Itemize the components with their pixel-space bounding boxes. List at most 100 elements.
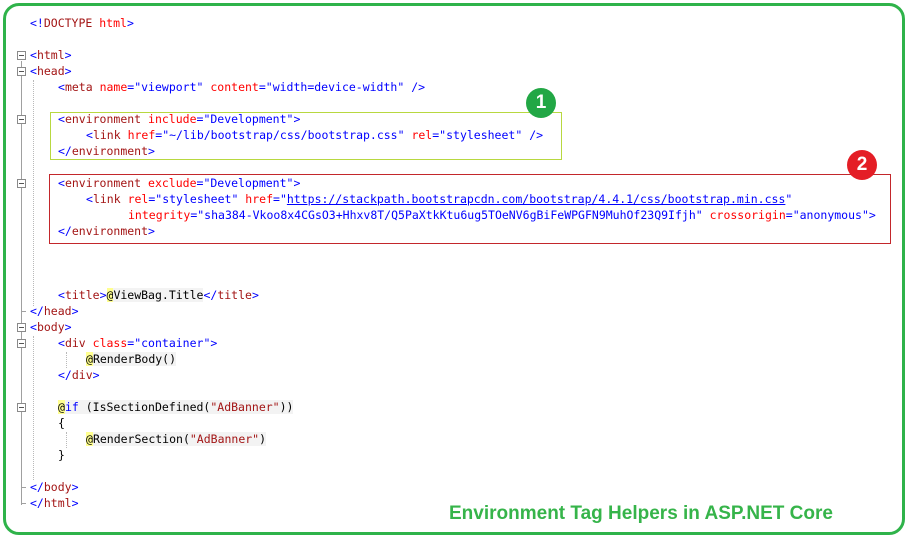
token: < [30, 320, 37, 334]
token: (IsSectionDefined( [78, 400, 211, 414]
page-caption: Environment Tag Helpers in ASP.NET Core [449, 503, 833, 525]
fold-toggle-environment-2[interactable] [17, 179, 26, 188]
token: RenderBody() [92, 352, 177, 366]
code-line-environment-close-1: </environment> [58, 143, 155, 159]
token: </ [30, 304, 44, 318]
fold-toggle-head[interactable] [17, 67, 26, 76]
token: "stylesheet" [439, 128, 523, 142]
token: } [58, 448, 65, 462]
token: > [99, 288, 107, 302]
token: < [86, 128, 93, 142]
token: ) [259, 432, 267, 446]
token: </ [30, 496, 44, 510]
token: < [58, 176, 65, 190]
token: > [71, 496, 79, 510]
token: </ [58, 144, 72, 158]
token: < [30, 48, 37, 62]
token: > [868, 208, 876, 222]
token: { [58, 416, 65, 430]
token: link [92, 128, 121, 142]
fold-toggle-html[interactable] [17, 51, 26, 60]
token: include [141, 112, 197, 126]
razor-at-marker: @ [86, 432, 93, 446]
token: title [217, 288, 252, 302]
token: < [30, 64, 37, 78]
token: html [43, 496, 72, 510]
token: " [785, 192, 793, 206]
caption-word-environment: Environment [449, 503, 566, 524]
token: body [36, 320, 65, 334]
token: </ [203, 288, 218, 302]
token: > [293, 176, 301, 190]
callout-badge-2: 2 [847, 150, 877, 180]
token: "AdBanner" [189, 432, 260, 446]
token: crossorigin [702, 208, 786, 222]
token: environment [71, 144, 149, 158]
outline-tick-html-close [21, 503, 26, 504]
code-line-html-open: <html> [30, 47, 72, 63]
token: "Development" [203, 176, 294, 190]
token: div [71, 368, 93, 382]
bootstrap-cdn-link[interactable]: https://stackpath.bootstrapcdn.com/boots… [287, 192, 786, 206]
caption-rest: Tag Helpers in ASP.NET Core [570, 503, 833, 524]
token: div [64, 336, 86, 350]
token: "sha384-Vkoo8x4CGsO3+Hhxv8T/Q5PaXtkKtu6u… [197, 208, 703, 222]
code-line-doctype: <!DOCTYPE html> [30, 15, 134, 31]
token: title [64, 288, 100, 302]
token: "stylesheet" [155, 192, 239, 206]
token: exclude [141, 176, 197, 190]
token: > [126, 16, 134, 30]
code-line-head-close: </head> [30, 303, 79, 319]
indent-guide-brace [66, 432, 67, 448]
token: > [64, 64, 72, 78]
outline-tick-body-close [21, 487, 26, 488]
token: "container" [134, 336, 211, 350]
token: head [43, 304, 72, 318]
code-line-body-open: <body> [30, 319, 72, 335]
code-line-link-cdn: <link rel="stylesheet" href="https://sta… [86, 191, 792, 207]
code-line-body-close: </body> [30, 479, 79, 495]
token: < [58, 80, 65, 94]
token: "anonymous" [792, 208, 869, 222]
token: environment [71, 224, 149, 238]
razor-at-marker: @ [86, 352, 93, 366]
token: < [58, 288, 65, 302]
token: = [273, 192, 280, 206]
token: RenderSection( [92, 432, 190, 446]
token: "~/lib/bootstrap/css/bootstrap.css" [162, 128, 405, 142]
code-line-div-open: <div class="container"> [58, 335, 217, 351]
token: > [210, 336, 218, 350]
token: < [86, 192, 93, 206]
token: href [238, 192, 273, 206]
token: = [258, 80, 266, 94]
code-line-link-local: <link href="~/lib/bootstrap/css/bootstra… [86, 127, 543, 143]
token: > [64, 48, 72, 62]
fold-toggle-body[interactable] [17, 323, 26, 332]
token: > [148, 224, 155, 238]
token: "Development" [203, 112, 294, 126]
token: rel [404, 128, 433, 142]
code-line-html-close: </html> [30, 495, 79, 511]
code-line-head-open: <head> [30, 63, 72, 79]
token: > [148, 144, 155, 158]
token: > [64, 320, 72, 334]
code-line-render-section: @RenderSection("AdBanner") [86, 431, 267, 447]
indent-guide-head [33, 80, 34, 306]
token: body [43, 480, 72, 494]
outline-line-html [21, 61, 22, 505]
code-line-if: @if (IsSectionDefined("AdBanner")) [58, 399, 294, 415]
token: <! [30, 16, 44, 30]
code-line-render-body: @RenderBody() [86, 351, 177, 367]
token: </ [30, 480, 44, 494]
token: < [58, 336, 65, 350]
fold-toggle-if[interactable] [17, 403, 26, 412]
token: = [785, 208, 793, 222]
token: )) [279, 400, 294, 414]
code-line-environment-include: <environment include="Development"> [58, 111, 300, 127]
code-line-div-close: </div> [58, 367, 100, 383]
token: DOCTYPE [43, 16, 93, 30]
fold-toggle-environment-1[interactable] [17, 115, 26, 124]
token: environment [64, 112, 142, 126]
fold-toggle-div[interactable] [17, 339, 26, 348]
token: > [293, 112, 301, 126]
